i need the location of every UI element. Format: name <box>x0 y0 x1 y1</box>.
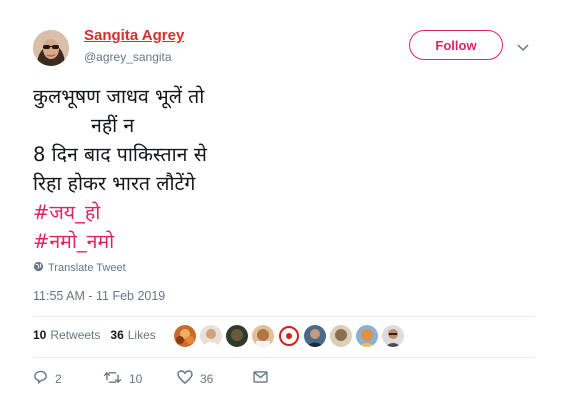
direct-message-button[interactable] <box>253 371 268 386</box>
likes-count: 36 <box>110 328 124 342</box>
reply-count: 2 <box>55 371 62 386</box>
retweets-stat[interactable]: 10 Retweets <box>33 328 100 342</box>
hashtag-link[interactable]: #जय_हो <box>33 198 333 227</box>
liker-avatar[interactable] <box>174 325 196 347</box>
tweet-line: नहीं न <box>91 114 135 137</box>
heart-icon <box>177 370 193 387</box>
likes-label: Likes <box>127 328 156 342</box>
liker-avatar[interactable] <box>330 325 352 347</box>
tweet-line: 8 दिन बाद पाकिस्तान से <box>33 143 207 166</box>
translate-tweet-link[interactable]: Translate Tweet <box>33 261 126 275</box>
retweet-count: 10 <box>129 371 143 386</box>
likes-stat[interactable]: 36 Likes <box>110 328 155 342</box>
reply-button[interactable]: 2 <box>33 370 103 387</box>
divider <box>33 357 535 358</box>
tweet-line: कुलभूषण जाधव भूलें तो <box>33 85 205 108</box>
liker-avatar[interactable] <box>278 325 300 347</box>
liker-avatar[interactable] <box>304 325 326 347</box>
liker-avatars <box>174 325 404 347</box>
user-display-name[interactable]: Sangita Agrey <box>84 27 184 44</box>
follow-button[interactable]: Follow <box>409 30 503 60</box>
tweet-timestamp[interactable]: 11:55 AM - 11 Feb 2019 <box>33 289 165 303</box>
liker-avatar[interactable] <box>226 325 248 347</box>
retweets-count: 10 <box>33 328 47 342</box>
like-button[interactable]: 36 <box>177 370 253 387</box>
liker-avatar[interactable] <box>252 325 274 347</box>
liker-avatar[interactable] <box>356 325 378 347</box>
tweet-stats: 10 Retweets 36 Likes <box>33 328 166 342</box>
retweet-icon <box>103 371 122 387</box>
envelope-icon <box>253 371 268 386</box>
like-count: 36 <box>200 371 214 386</box>
liker-avatar[interactable] <box>382 325 404 347</box>
divider <box>33 316 535 317</box>
reply-icon <box>33 370 48 387</box>
tweet-text: कुलभूषण जाधव भूलें तो नहीं न 8 दिन बाद प… <box>33 82 333 256</box>
retweet-button[interactable]: 10 <box>103 371 177 387</box>
globe-icon <box>33 261 44 275</box>
user-handle[interactable]: @agrey_sangita <box>84 50 172 64</box>
retweets-label: Retweets <box>50 328 101 342</box>
translate-label: Translate Tweet <box>48 262 126 274</box>
avatar[interactable] <box>33 30 69 66</box>
liker-avatar[interactable] <box>200 325 222 347</box>
tweet-actions: 2 10 36 <box>33 370 268 387</box>
chevron-down-icon[interactable] <box>517 38 529 57</box>
tweet-line: रिहा होकर भारत लौटेंगे <box>33 172 196 195</box>
hashtag-link[interactable]: #नमो_नमो <box>33 227 333 256</box>
